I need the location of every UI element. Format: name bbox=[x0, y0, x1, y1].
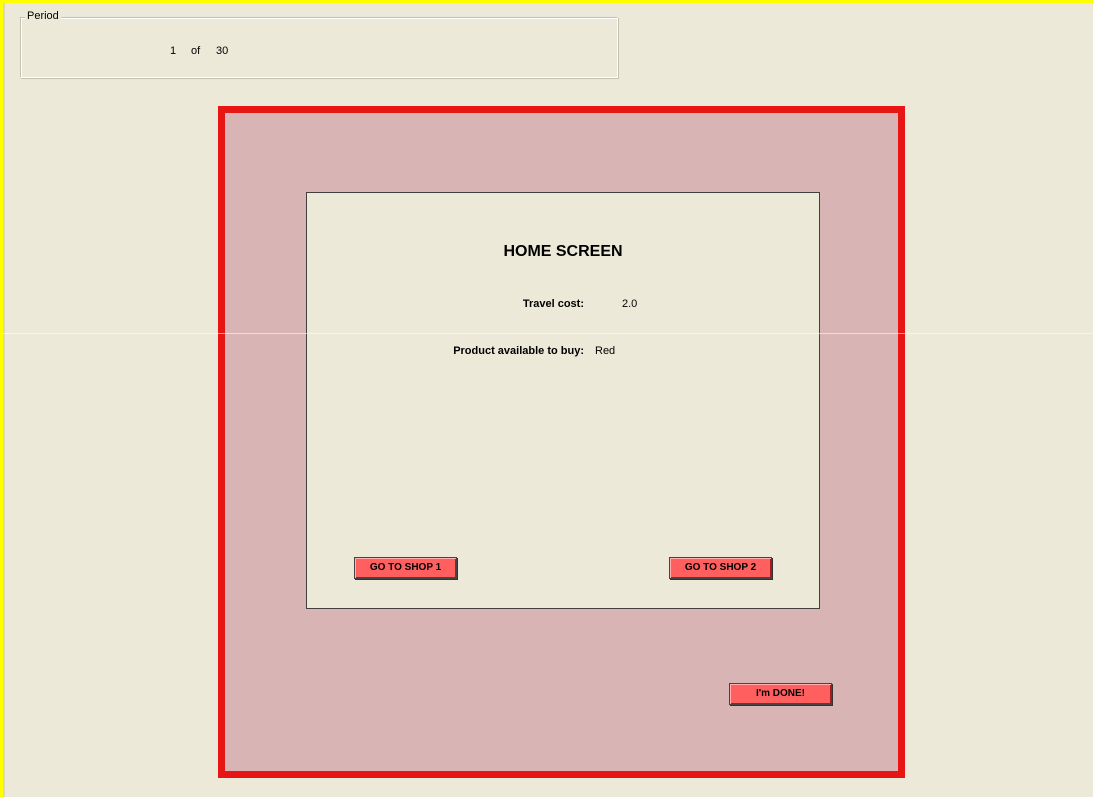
home-screen-box: HOME SCREEN Travel cost: 2.0 Product ava… bbox=[306, 192, 820, 609]
go-to-shop-2-button[interactable]: GO TO SHOP 2 bbox=[669, 557, 772, 579]
period-current: 1 bbox=[170, 45, 177, 57]
period-group bbox=[20, 17, 618, 78]
divider-line bbox=[0, 333, 1095, 334]
window-left-inner-border bbox=[3, 3, 5, 797]
im-done-button[interactable]: I'm DONE! bbox=[729, 683, 832, 705]
period-of-label: of bbox=[191, 45, 201, 57]
period-legend: Period bbox=[25, 10, 61, 23]
window-top-border bbox=[0, 0, 1095, 3]
product-available-label: Product available to buy: bbox=[453, 345, 584, 357]
period-total: 30 bbox=[216, 45, 229, 57]
travel-cost-label: Travel cost: bbox=[522, 298, 584, 310]
go-to-shop-1-button[interactable]: GO TO SHOP 1 bbox=[354, 557, 457, 579]
product-available-value: Red bbox=[595, 345, 616, 357]
home-screen-title: HOME SCREEN bbox=[503, 243, 623, 260]
travel-cost-value: 2.0 bbox=[622, 298, 638, 310]
